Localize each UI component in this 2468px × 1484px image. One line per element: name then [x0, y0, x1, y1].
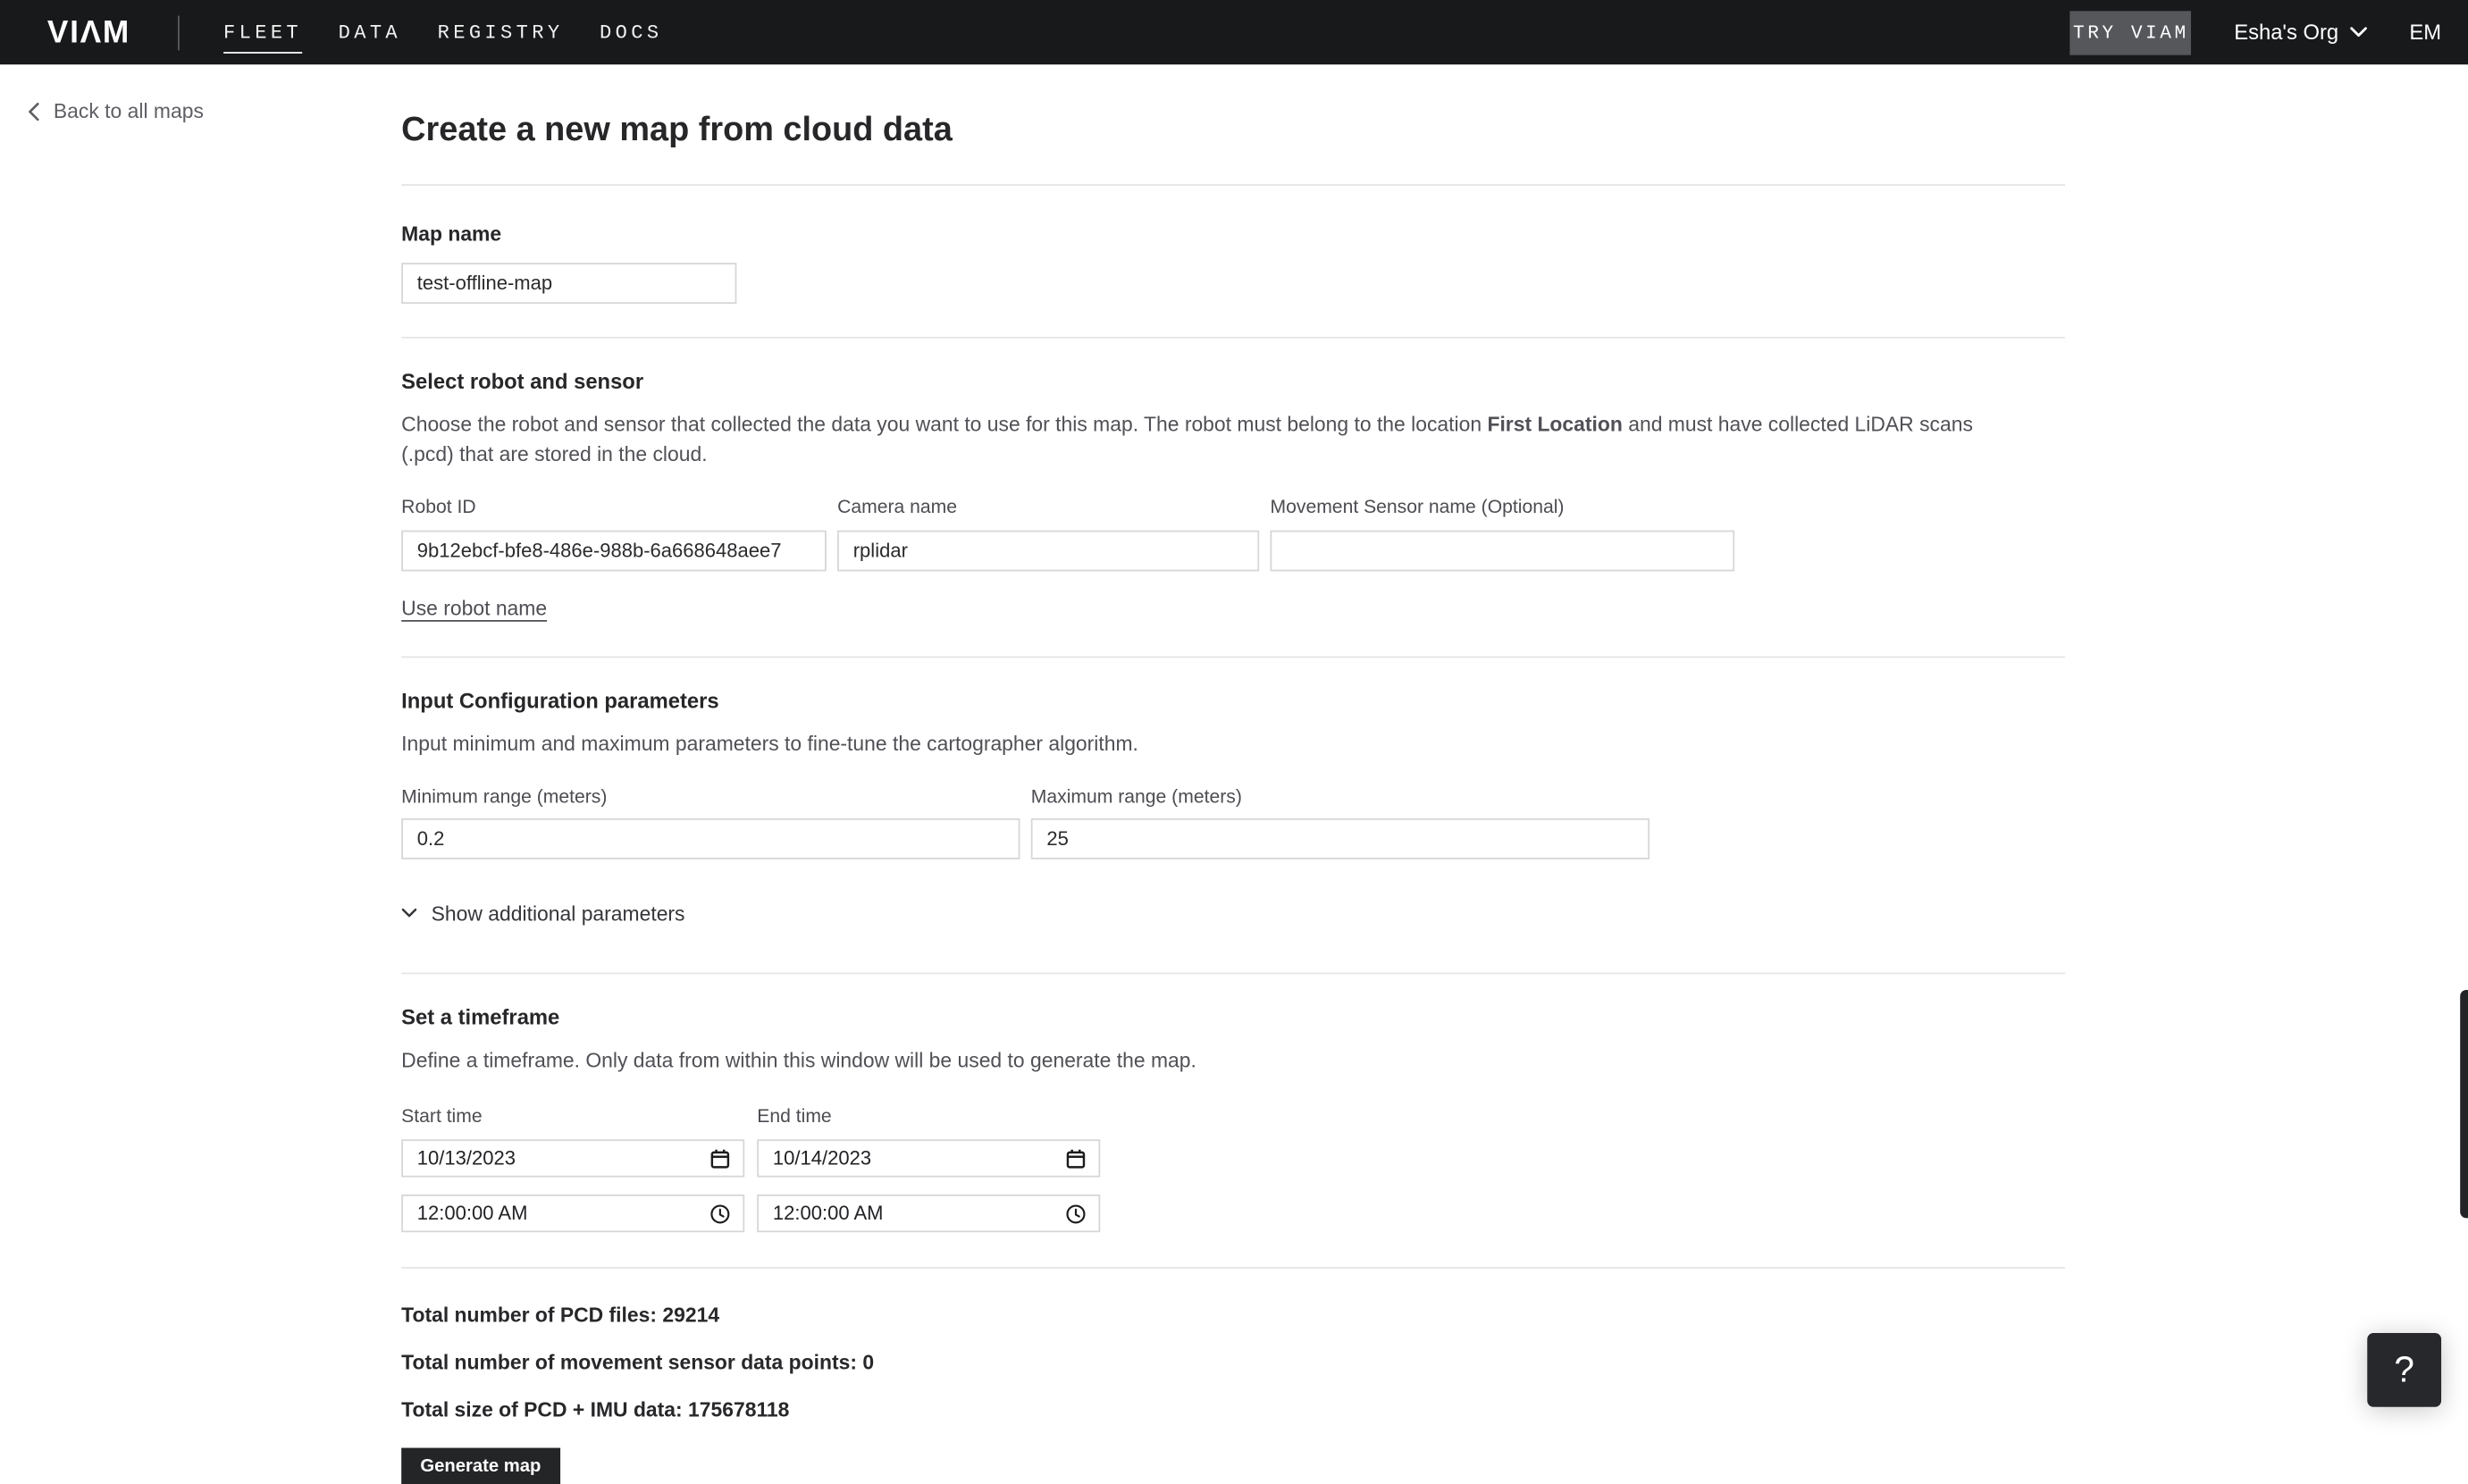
config-section-heading: Input Configuration parameters [401, 689, 719, 713]
chevron-left-icon [29, 102, 39, 121]
map-name-label: Map name [401, 222, 502, 246]
clock-icon[interactable] [709, 1203, 730, 1224]
main-content: Create a new map from cloud data Map nam… [401, 64, 2066, 1484]
divider [401, 336, 2066, 339]
end-time-column: End time 10/14/2023 12:00:00 AM [757, 1104, 1101, 1233]
calendar-icon[interactable] [709, 1148, 730, 1169]
nav-vertical-divider [177, 14, 180, 50]
calendar-icon[interactable] [1066, 1148, 1087, 1169]
chevron-down-icon [401, 908, 417, 918]
robot-section-description: Choose the robot and sensor that collect… [401, 411, 2022, 469]
max-range-label: Maximum range (meters) [1030, 784, 1242, 807]
show-additional-label: Show additional parameters [431, 901, 685, 925]
location-name: First Location [1487, 412, 1623, 436]
camera-name-label: Camera name [837, 495, 958, 518]
movement-sensor-input[interactable] [1270, 530, 1735, 572]
timeframe-section-heading: Set a timeframe [401, 1004, 560, 1029]
range-fields-row: Minimum range (meters) Maximum range (me… [401, 784, 2065, 859]
end-date-value: 10/14/2023 [772, 1147, 872, 1170]
start-time-label: Start time [401, 1104, 483, 1128]
camera-name-field: Camera name [837, 495, 1260, 572]
start-date-input[interactable]: 10/13/2023 [401, 1139, 745, 1178]
nav-item-data[interactable]: DATA [339, 0, 401, 64]
end-time-input[interactable]: 12:00:00 AM [757, 1194, 1101, 1233]
generate-map-button[interactable]: Generate map [401, 1447, 560, 1484]
primary-nav-menu: FLEET DATA REGISTRY DOCS [222, 0, 663, 64]
end-date-input[interactable]: 10/14/2023 [757, 1139, 1101, 1178]
min-range-input[interactable] [401, 817, 1020, 859]
page-title: Create a new map from cloud data [401, 110, 953, 148]
start-time-column: Start time 10/13/2023 12:00:00 AM [401, 1104, 745, 1233]
timeframe-section-description: Define a timeframe. Only data from withi… [401, 1047, 1196, 1071]
robot-id-label: Robot ID [401, 495, 476, 518]
total-size-label: Total size of PCD + IMU data: [401, 1397, 683, 1421]
config-section-description: Input minimum and maximum parameters to … [401, 732, 1138, 756]
robot-id-input[interactable] [401, 530, 827, 572]
pcd-files-value: 29214 [662, 1303, 720, 1327]
show-additional-parameters-toggle[interactable]: Show additional parameters [401, 901, 685, 925]
viam-logo[interactable]: VIΛM [47, 16, 130, 47]
robot-id-field: Robot ID [401, 496, 827, 572]
robot-description-before: Choose the robot and sensor that collect… [401, 412, 1488, 436]
top-nav: VIΛM FLEET DATA REGISTRY DOCS TRY VIAM E… [0, 0, 2468, 65]
help-button[interactable]: ? [2367, 1332, 2442, 1407]
divider [401, 656, 2066, 658]
nav-item-registry[interactable]: REGISTRY [438, 0, 564, 64]
movement-points-value: 0 [862, 1350, 875, 1374]
app-viewport: VIΛM FLEET DATA REGISTRY DOCS TRY VIAM E… [0, 0, 2468, 1484]
nav-left: VIΛM FLEET DATA REGISTRY DOCS [47, 0, 663, 64]
user-avatar-initials[interactable]: EM [2409, 21, 2441, 44]
end-time-value: 12:00:00 AM [772, 1202, 884, 1225]
start-time-input[interactable]: 12:00:00 AM [401, 1194, 745, 1233]
start-date-value: 10/13/2023 [416, 1147, 516, 1170]
divider [401, 1266, 2066, 1269]
scrollbar-thumb[interactable] [2460, 989, 2468, 1219]
min-range-label: Minimum range (meters) [401, 784, 608, 807]
min-range-field: Minimum range (meters) [401, 784, 1020, 859]
back-to-maps-link[interactable]: Back to all maps [29, 99, 204, 122]
start-time-value: 12:00:00 AM [416, 1202, 528, 1225]
clock-icon[interactable] [1066, 1203, 1087, 1224]
nav-right: TRY VIAM Esha's Org EM [2070, 10, 2441, 54]
divider [401, 971, 2066, 974]
divider [401, 184, 2066, 186]
pcd-files-total: Total number of PCD files: 29214 [401, 1298, 2065, 1331]
total-size: Total size of PCD + IMU data: 175678118 [401, 1393, 2065, 1426]
data-summary: Total number of PCD files: 29214 Total n… [401, 1298, 2065, 1426]
back-link-label: Back to all maps [53, 98, 204, 123]
movement-sensor-field: Movement Sensor name (Optional) [1270, 495, 1735, 572]
total-size-value: 175678118 [688, 1397, 790, 1421]
robot-fields-row: Robot ID Camera name Movement Sensor nam… [401, 496, 2065, 572]
timeframe-fields: Start time 10/13/2023 12:00:00 AM End ti… [401, 1105, 2065, 1233]
movement-points-label: Total number of movement sensor data poi… [401, 1350, 857, 1374]
use-robot-name-link[interactable]: Use robot name [401, 597, 547, 620]
map-name-input[interactable] [401, 263, 737, 304]
chevron-down-icon [2349, 27, 2367, 38]
movement-sensor-label: Movement Sensor name (Optional) [1270, 495, 1565, 518]
camera-name-input[interactable] [837, 530, 1260, 572]
nav-item-fleet[interactable]: FLEET [222, 0, 303, 64]
end-time-label: End time [757, 1104, 832, 1128]
movement-points-total: Total number of movement sensor data poi… [401, 1346, 2065, 1379]
nav-item-docs[interactable]: DOCS [600, 0, 662, 64]
max-range-field: Maximum range (meters) [1030, 784, 1650, 859]
pcd-files-label: Total number of PCD files: [401, 1303, 658, 1327]
org-switcher[interactable]: Esha's Org [2234, 21, 2367, 44]
robot-section-heading: Select robot and sensor [401, 369, 644, 394]
max-range-input[interactable] [1030, 817, 1650, 859]
try-viam-button[interactable]: TRY VIAM [2070, 10, 2192, 54]
org-name: Esha's Org [2234, 20, 2339, 45]
